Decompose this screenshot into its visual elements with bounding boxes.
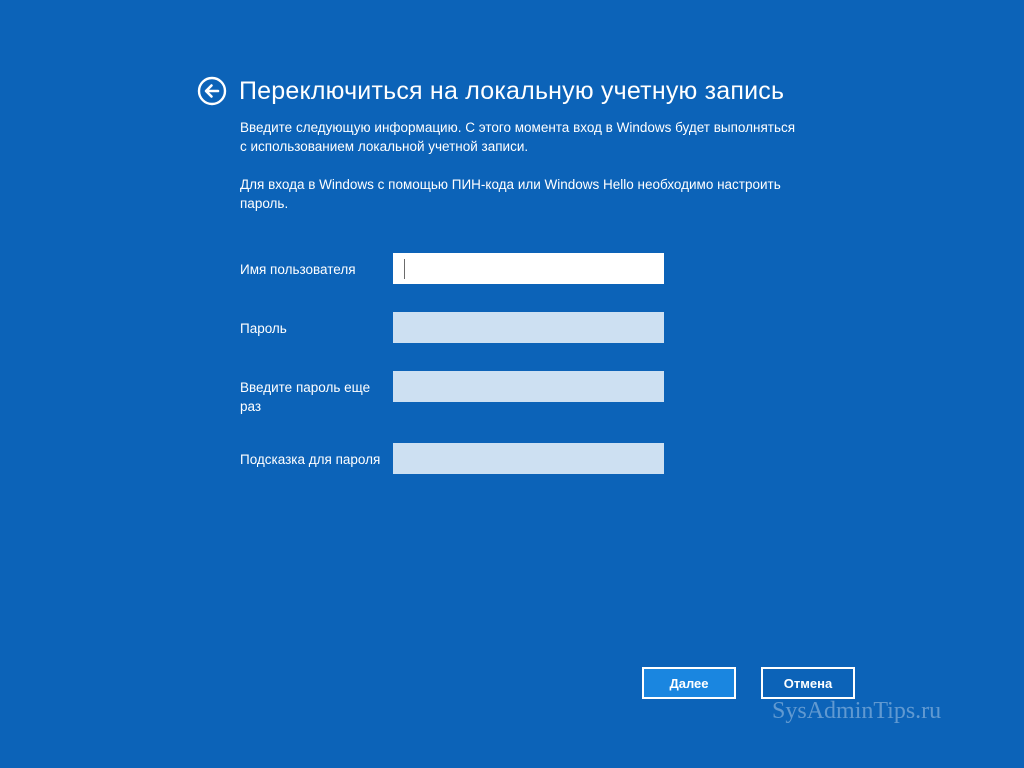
username-label: Имя пользователя (240, 262, 356, 277)
username-input[interactable] (393, 253, 664, 284)
password-confirm-label: Введите пароль еще раз (240, 380, 371, 414)
password-requirement-text: Для входа в Windows с помощью ПИН-кода и… (240, 177, 781, 211)
password-confirm-input[interactable] (393, 371, 664, 402)
password-hint-input[interactable] (393, 443, 664, 474)
arrow-left-circle-icon (197, 76, 227, 106)
password-hint-label: Подсказка для пароля (240, 452, 381, 467)
cancel-button[interactable]: Отмена (761, 667, 855, 699)
watermark: SysAdminTips.ru (772, 698, 942, 724)
back-button[interactable] (197, 76, 227, 106)
page-title: Переключиться на локальную учетную запис… (239, 76, 785, 105)
next-button[interactable]: Далее (642, 667, 736, 699)
description-text: Введите следующую информацию. С этого мо… (240, 120, 796, 154)
text-caret (404, 259, 405, 279)
password-input[interactable] (393, 312, 664, 343)
password-label: Пароль (240, 321, 287, 336)
header: Переключиться на локальную учетную запис… (197, 76, 784, 106)
